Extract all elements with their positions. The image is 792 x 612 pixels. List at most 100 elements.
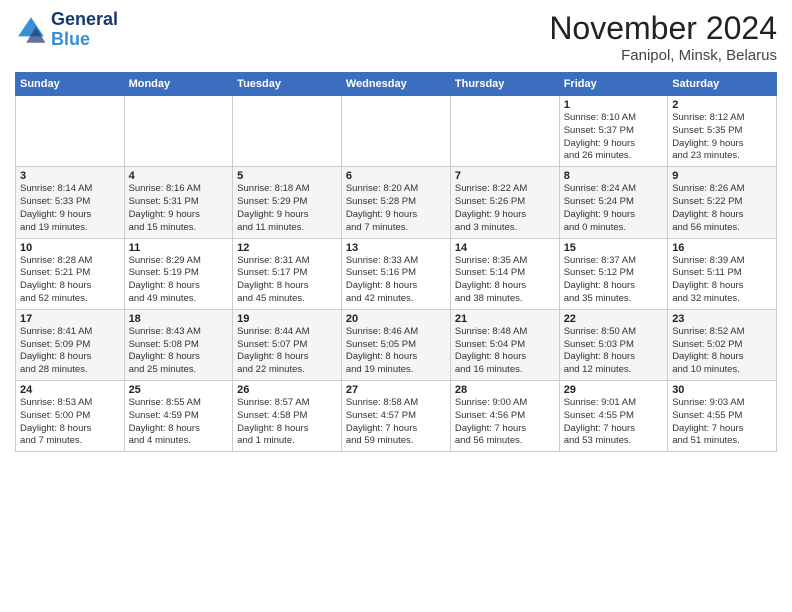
day-info: Sunrise: 8:55 AM Sunset: 4:59 PM Dayligh… bbox=[129, 397, 229, 448]
day-info: Sunrise: 8:37 AM Sunset: 5:12 PM Dayligh… bbox=[564, 255, 664, 306]
table-row: 2Sunrise: 8:12 AM Sunset: 5:35 PM Daylig… bbox=[668, 96, 777, 167]
day-number: 20 bbox=[346, 313, 446, 325]
day-info: Sunrise: 8:24 AM Sunset: 5:24 PM Dayligh… bbox=[564, 183, 664, 234]
day-info: Sunrise: 8:18 AM Sunset: 5:29 PM Dayligh… bbox=[237, 183, 337, 234]
table-row bbox=[341, 96, 450, 167]
day-number: 13 bbox=[346, 242, 446, 254]
col-saturday: Saturday bbox=[668, 73, 777, 96]
day-number: 21 bbox=[455, 313, 555, 325]
day-number: 17 bbox=[20, 313, 120, 325]
day-info: Sunrise: 8:44 AM Sunset: 5:07 PM Dayligh… bbox=[237, 326, 337, 377]
day-info: Sunrise: 8:12 AM Sunset: 5:35 PM Dayligh… bbox=[672, 112, 772, 163]
table-row: 7Sunrise: 8:22 AM Sunset: 5:26 PM Daylig… bbox=[450, 167, 559, 238]
main-title: November 2024 bbox=[549, 10, 777, 47]
day-number: 3 bbox=[20, 170, 120, 182]
table-row: 8Sunrise: 8:24 AM Sunset: 5:24 PM Daylig… bbox=[559, 167, 668, 238]
table-row: 28Sunrise: 9:00 AM Sunset: 4:56 PM Dayli… bbox=[450, 381, 559, 452]
day-number: 1 bbox=[564, 99, 664, 111]
table-row: 16Sunrise: 8:39 AM Sunset: 5:11 PM Dayli… bbox=[668, 238, 777, 309]
day-number: 15 bbox=[564, 242, 664, 254]
table-row: 5Sunrise: 8:18 AM Sunset: 5:29 PM Daylig… bbox=[233, 167, 342, 238]
day-info: Sunrise: 8:52 AM Sunset: 5:02 PM Dayligh… bbox=[672, 326, 772, 377]
day-info: Sunrise: 8:20 AM Sunset: 5:28 PM Dayligh… bbox=[346, 183, 446, 234]
title-section: November 2024 Fanipol, Minsk, Belarus bbox=[549, 10, 777, 64]
table-row bbox=[233, 96, 342, 167]
table-row: 17Sunrise: 8:41 AM Sunset: 5:09 PM Dayli… bbox=[16, 309, 125, 380]
table-row: 20Sunrise: 8:46 AM Sunset: 5:05 PM Dayli… bbox=[341, 309, 450, 380]
col-friday: Friday bbox=[559, 73, 668, 96]
day-info: Sunrise: 8:43 AM Sunset: 5:08 PM Dayligh… bbox=[129, 326, 229, 377]
day-number: 18 bbox=[129, 313, 229, 325]
table-row: 9Sunrise: 8:26 AM Sunset: 5:22 PM Daylig… bbox=[668, 167, 777, 238]
day-info: Sunrise: 8:35 AM Sunset: 5:14 PM Dayligh… bbox=[455, 255, 555, 306]
table-row: 14Sunrise: 8:35 AM Sunset: 5:14 PM Dayli… bbox=[450, 238, 559, 309]
day-number: 24 bbox=[20, 384, 120, 396]
day-number: 22 bbox=[564, 313, 664, 325]
col-tuesday: Tuesday bbox=[233, 73, 342, 96]
day-number: 29 bbox=[564, 384, 664, 396]
day-number: 10 bbox=[20, 242, 120, 254]
day-number: 19 bbox=[237, 313, 337, 325]
table-row: 19Sunrise: 8:44 AM Sunset: 5:07 PM Dayli… bbox=[233, 309, 342, 380]
subtitle: Fanipol, Minsk, Belarus bbox=[549, 47, 777, 64]
day-info: Sunrise: 8:53 AM Sunset: 5:00 PM Dayligh… bbox=[20, 397, 120, 448]
day-info: Sunrise: 8:28 AM Sunset: 5:21 PM Dayligh… bbox=[20, 255, 120, 306]
day-info: Sunrise: 8:50 AM Sunset: 5:03 PM Dayligh… bbox=[564, 326, 664, 377]
day-info: Sunrise: 8:39 AM Sunset: 5:11 PM Dayligh… bbox=[672, 255, 772, 306]
day-number: 23 bbox=[672, 313, 772, 325]
day-number: 7 bbox=[455, 170, 555, 182]
table-row: 23Sunrise: 8:52 AM Sunset: 5:02 PM Dayli… bbox=[668, 309, 777, 380]
day-info: Sunrise: 8:16 AM Sunset: 5:31 PM Dayligh… bbox=[129, 183, 229, 234]
calendar-week-row: 1Sunrise: 8:10 AM Sunset: 5:37 PM Daylig… bbox=[16, 96, 777, 167]
day-number: 26 bbox=[237, 384, 337, 396]
day-info: Sunrise: 8:10 AM Sunset: 5:37 PM Dayligh… bbox=[564, 112, 664, 163]
calendar-week-row: 3Sunrise: 8:14 AM Sunset: 5:33 PM Daylig… bbox=[16, 167, 777, 238]
day-info: Sunrise: 8:41 AM Sunset: 5:09 PM Dayligh… bbox=[20, 326, 120, 377]
day-info: Sunrise: 8:46 AM Sunset: 5:05 PM Dayligh… bbox=[346, 326, 446, 377]
day-number: 6 bbox=[346, 170, 446, 182]
table-row: 24Sunrise: 8:53 AM Sunset: 5:00 PM Dayli… bbox=[16, 381, 125, 452]
day-number: 27 bbox=[346, 384, 446, 396]
table-row: 4Sunrise: 8:16 AM Sunset: 5:31 PM Daylig… bbox=[124, 167, 233, 238]
table-row: 11Sunrise: 8:29 AM Sunset: 5:19 PM Dayli… bbox=[124, 238, 233, 309]
day-info: Sunrise: 9:00 AM Sunset: 4:56 PM Dayligh… bbox=[455, 397, 555, 448]
day-number: 16 bbox=[672, 242, 772, 254]
calendar-week-row: 17Sunrise: 8:41 AM Sunset: 5:09 PM Dayli… bbox=[16, 309, 777, 380]
table-row: 30Sunrise: 9:03 AM Sunset: 4:55 PM Dayli… bbox=[668, 381, 777, 452]
day-number: 11 bbox=[129, 242, 229, 254]
col-sunday: Sunday bbox=[16, 73, 125, 96]
table-row: 29Sunrise: 9:01 AM Sunset: 4:55 PM Dayli… bbox=[559, 381, 668, 452]
table-row: 15Sunrise: 8:37 AM Sunset: 5:12 PM Dayli… bbox=[559, 238, 668, 309]
table-row: 27Sunrise: 8:58 AM Sunset: 4:57 PM Dayli… bbox=[341, 381, 450, 452]
day-number: 25 bbox=[129, 384, 229, 396]
day-number: 5 bbox=[237, 170, 337, 182]
logo-text-blue: Blue bbox=[51, 30, 118, 50]
col-thursday: Thursday bbox=[450, 73, 559, 96]
day-info: Sunrise: 8:26 AM Sunset: 5:22 PM Dayligh… bbox=[672, 183, 772, 234]
day-number: 9 bbox=[672, 170, 772, 182]
table-row: 6Sunrise: 8:20 AM Sunset: 5:28 PM Daylig… bbox=[341, 167, 450, 238]
day-info: Sunrise: 9:01 AM Sunset: 4:55 PM Dayligh… bbox=[564, 397, 664, 448]
table-row: 22Sunrise: 8:50 AM Sunset: 5:03 PM Dayli… bbox=[559, 309, 668, 380]
day-info: Sunrise: 8:14 AM Sunset: 5:33 PM Dayligh… bbox=[20, 183, 120, 234]
table-row bbox=[124, 96, 233, 167]
table-row: 10Sunrise: 8:28 AM Sunset: 5:21 PM Dayli… bbox=[16, 238, 125, 309]
day-info: Sunrise: 9:03 AM Sunset: 4:55 PM Dayligh… bbox=[672, 397, 772, 448]
calendar-week-row: 10Sunrise: 8:28 AM Sunset: 5:21 PM Dayli… bbox=[16, 238, 777, 309]
table-row: 25Sunrise: 8:55 AM Sunset: 4:59 PM Dayli… bbox=[124, 381, 233, 452]
table-row bbox=[450, 96, 559, 167]
calendar-week-row: 24Sunrise: 8:53 AM Sunset: 5:00 PM Dayli… bbox=[16, 381, 777, 452]
day-number: 2 bbox=[672, 99, 772, 111]
table-row: 18Sunrise: 8:43 AM Sunset: 5:08 PM Dayli… bbox=[124, 309, 233, 380]
logo-text-general: General bbox=[51, 10, 118, 30]
page: General Blue November 2024 Fanipol, Mins… bbox=[0, 0, 792, 612]
day-number: 28 bbox=[455, 384, 555, 396]
day-info: Sunrise: 8:33 AM Sunset: 5:16 PM Dayligh… bbox=[346, 255, 446, 306]
day-info: Sunrise: 8:48 AM Sunset: 5:04 PM Dayligh… bbox=[455, 326, 555, 377]
day-info: Sunrise: 8:58 AM Sunset: 4:57 PM Dayligh… bbox=[346, 397, 446, 448]
day-info: Sunrise: 8:31 AM Sunset: 5:17 PM Dayligh… bbox=[237, 255, 337, 306]
table-row: 13Sunrise: 8:33 AM Sunset: 5:16 PM Dayli… bbox=[341, 238, 450, 309]
day-info: Sunrise: 8:22 AM Sunset: 5:26 PM Dayligh… bbox=[455, 183, 555, 234]
col-wednesday: Wednesday bbox=[341, 73, 450, 96]
calendar: Sunday Monday Tuesday Wednesday Thursday… bbox=[15, 72, 777, 452]
